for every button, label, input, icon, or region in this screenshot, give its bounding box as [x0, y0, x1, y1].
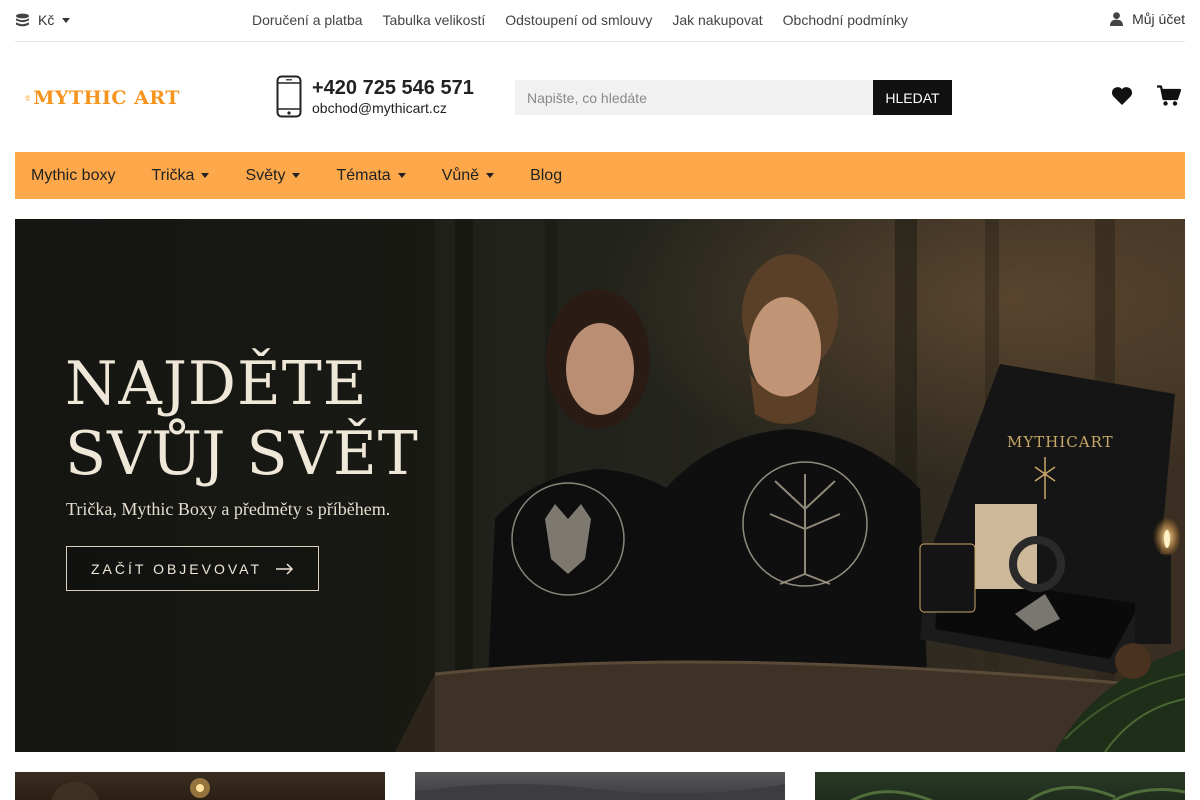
logo-text: MYTHIC ART: [33, 87, 180, 109]
tile-image: [415, 784, 785, 800]
nav-item-tricka[interactable]: Trička: [151, 152, 210, 199]
category-tile[interactable]: [415, 772, 785, 800]
currency-selector[interactable]: Kč: [15, 11, 71, 29]
hero-cta-button[interactable]: ZAČÍT OBJEVOVAT: [66, 546, 319, 591]
category-tile[interactable]: [15, 772, 385, 800]
nav-item-label: Témata: [336, 166, 391, 184]
nav-item-mythic-boxy[interactable]: Mythic boxy: [31, 152, 115, 199]
chevron-down-icon: [62, 17, 71, 23]
phone-number[interactable]: +420 725 546 571: [312, 77, 474, 100]
tile-image: [51, 778, 210, 800]
nav-item-label: Blog: [530, 166, 563, 184]
email-link[interactable]: obchod@mythicart.cz: [312, 100, 447, 116]
phone-icon: [276, 75, 302, 118]
category-tile[interactable]: [815, 772, 1185, 800]
box-brand-text: MYTHICART: [1007, 433, 1114, 451]
search-button[interactable]: HLEDAT: [873, 80, 952, 115]
toplink-podminky[interactable]: Obchodní podmínky: [783, 12, 908, 28]
toplink-jak-nakupovat[interactable]: Jak nakupovat: [672, 12, 762, 28]
hero-banner[interactable]: MYTHICART NAJDĚTE SVŮJ SVĚT Trička, Myth…: [15, 219, 1185, 752]
cart-icon[interactable]: [1157, 85, 1181, 107]
tree-logo-icon: [25, 95, 31, 101]
currency-label: Kč: [38, 12, 55, 28]
chevron-down-icon: [486, 173, 495, 178]
hero-title: NAJDĚTE SVŮJ SVĚT: [65, 349, 419, 489]
hero-cta-label: ZAČÍT OBJEVOVAT: [90, 560, 263, 577]
user-icon: [1110, 12, 1124, 26]
nav-item-label: Trička: [151, 166, 195, 184]
top-bar: Kč Doručení a platba Tabulka velikostí O…: [15, 0, 1185, 42]
account-label: Můj účet: [1132, 11, 1185, 27]
chevron-down-icon: [201, 173, 210, 178]
nav-item-label: Světy: [245, 166, 286, 184]
toplink-doruceni[interactable]: Doručení a platba: [252, 12, 363, 28]
site-logo[interactable]: MYTHIC ART: [25, 79, 180, 117]
nav-item-vune[interactable]: Vůně: [441, 152, 495, 199]
nav-item-temata[interactable]: Témata: [336, 152, 406, 199]
chevron-down-icon: [397, 173, 406, 178]
hero-subtitle: Trička, Mythic Boxy a předměty s příběhe…: [66, 499, 391, 519]
heart-icon[interactable]: [1111, 86, 1133, 106]
search-input[interactable]: [515, 80, 873, 115]
coins-icon: [16, 13, 29, 26]
main-nav: Mythic boxy Trička Světy Témata Vůně Blo…: [15, 152, 1185, 199]
arrow-right-icon: [276, 562, 294, 575]
chevron-down-icon: [292, 173, 301, 178]
nav-item-label: Mythic boxy: [31, 166, 116, 184]
top-links: Doručení a platba Tabulka velikostí Odst…: [252, 12, 928, 28]
toplink-odstoupeni[interactable]: Odstoupení od smlouvy: [505, 12, 652, 28]
tile-image: [849, 785, 1185, 800]
account-link[interactable]: Můj účet: [1110, 11, 1185, 27]
toplink-tabulka[interactable]: Tabulka velikostí: [383, 12, 486, 28]
nav-item-label: Vůně: [441, 166, 480, 184]
nav-item-blog[interactable]: Blog: [530, 152, 562, 199]
nav-item-svety[interactable]: Světy: [245, 152, 301, 199]
